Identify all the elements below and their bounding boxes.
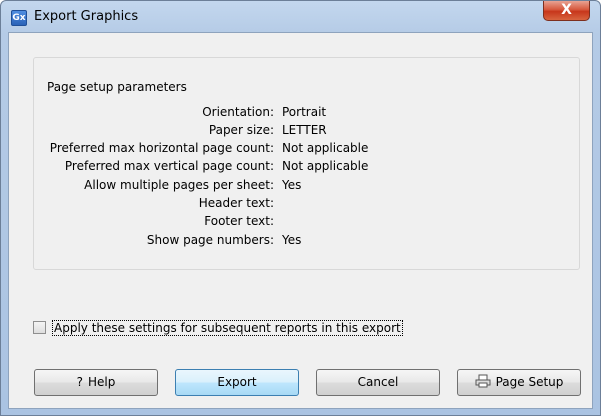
param-label: Preferred max horizontal page count: — [49, 141, 274, 155]
param-value: Yes — [282, 233, 302, 247]
param-label: Header text: — [198, 196, 274, 210]
param-label: Allow multiple pages per sheet: — [84, 178, 274, 192]
export-button-label: Export — [217, 375, 257, 389]
page-setup-button[interactable]: Page Setup — [457, 369, 581, 396]
param-value: Yes — [282, 178, 302, 192]
question-icon: ? — [76, 375, 83, 389]
export-button[interactable]: Export — [175, 369, 299, 396]
page-setup-button-label: Page Setup — [495, 375, 564, 389]
app-icon: Gx — [11, 10, 27, 26]
param-row-paper-size: Paper size: LETTER — [0, 123, 601, 141]
param-value: LETTER — [282, 123, 327, 137]
param-row-orientation: Orientation: Portrait — [0, 105, 601, 123]
param-label: Orientation: — [202, 105, 274, 119]
param-value: Not applicable — [282, 141, 369, 155]
param-label: Show page numbers: — [146, 233, 274, 247]
param-row-multiple-pages: Allow multiple pages per sheet: Yes — [0, 178, 601, 196]
param-row-show-page-numbers: Show page numbers: Yes — [0, 233, 601, 251]
param-row-header-text: Header text: — [0, 196, 601, 214]
param-row-footer-text: Footer text: — [0, 214, 601, 232]
param-label: Paper size: — [208, 123, 274, 137]
apply-settings-label[interactable]: Apply these settings for subsequent repo… — [52, 320, 403, 336]
help-button-label: Help — [88, 375, 116, 389]
groupbox-title: Page setup parameters — [44, 80, 190, 94]
param-value: Portrait — [282, 105, 327, 119]
param-label: Footer text: — [204, 214, 274, 228]
param-label: Preferred max vertical page count: — [64, 159, 274, 173]
param-value: Not applicable — [282, 159, 369, 173]
close-button[interactable]: X — [543, 1, 590, 21]
title-bar[interactable]: Gx Export Graphics X — [1, 1, 600, 31]
cancel-button-label: Cancel — [357, 375, 399, 389]
close-icon: X — [561, 2, 572, 18]
window-title: Export Graphics — [34, 9, 139, 24]
cancel-button[interactable]: Cancel — [316, 369, 440, 396]
apply-settings-checkbox[interactable] — [33, 321, 46, 334]
printer-icon — [475, 370, 491, 395]
param-row-max-vertical: Preferred max vertical page count: Not a… — [0, 159, 601, 177]
help-button[interactable]: ? Help — [34, 369, 158, 396]
param-row-max-horizontal: Preferred max horizontal page count: Not… — [0, 141, 601, 159]
